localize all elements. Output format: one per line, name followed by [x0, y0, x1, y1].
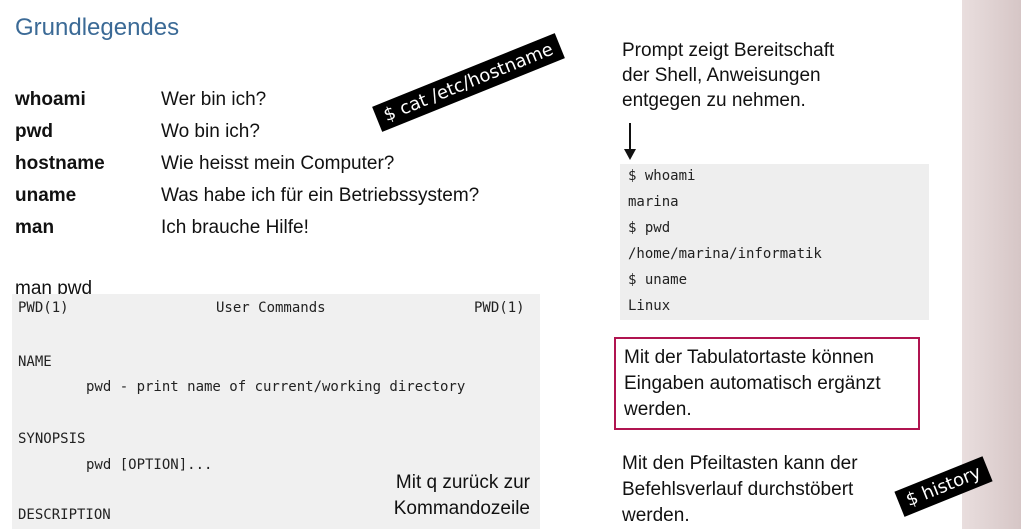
- command-name: pwd: [15, 121, 53, 142]
- man-page-output: PWD(1) User Commands PWD(1) NAME pwd - p…: [12, 294, 540, 529]
- man-synopsis-heading: SYNOPSIS: [18, 431, 86, 447]
- man-name-heading: NAME: [18, 354, 52, 370]
- terminal-line: /home/marina/informatik: [628, 246, 822, 262]
- terminal-line: $ whoami: [628, 168, 696, 184]
- terminal-line: Linux: [628, 298, 671, 314]
- tip-line: werden.: [624, 399, 692, 420]
- history-note-line: Befehlsverlauf durchstöbert: [622, 479, 854, 500]
- arrow-down-icon: [624, 123, 636, 160]
- history-note-line: Mit den Pfeiltasten kann der: [622, 453, 858, 474]
- terminal-example: $ whoami marina $ pwd /home/marina/infor…: [620, 164, 929, 320]
- man-header-center: User Commands: [216, 300, 326, 316]
- quit-hint-line: Kommandozeile: [393, 498, 530, 519]
- command-name: man: [15, 217, 55, 238]
- prompt-note-line: Prompt zeigt Bereitschaft: [622, 40, 835, 61]
- history-note-line: werden.: [622, 505, 690, 526]
- command-description: Wer bin ich?: [161, 89, 267, 110]
- terminal-line: $ uname: [628, 272, 688, 288]
- command-name: hostname: [15, 153, 105, 174]
- terminal-line: $ pwd: [628, 220, 671, 236]
- command-description: Was habe ich für ein Betriebssystem?: [161, 185, 480, 206]
- tab-completion-tip: Mit der Tabulatortaste können Eingaben a…: [614, 337, 920, 430]
- command-name: uname: [15, 185, 77, 206]
- prompt-note: Prompt zeigt Bereitschaft der Shell, Anw…: [622, 38, 834, 113]
- command-description: Wo bin ich?: [161, 121, 260, 142]
- command-description: Wie heisst mein Computer?: [161, 153, 395, 174]
- terminal-line: marina: [628, 194, 679, 210]
- command-description: Ich brauche Hilfe!: [161, 217, 309, 238]
- man-header-right: PWD(1): [474, 300, 525, 316]
- quit-hint-line: Mit q zurück zur: [395, 472, 530, 493]
- command-name: whoami: [15, 89, 86, 110]
- man-header-left: PWD(1): [18, 300, 69, 316]
- sticker-cat-hostname: $ cat /etc/hostname: [372, 33, 565, 132]
- history-note: Mit den Pfeiltasten kann der Befehlsverl…: [622, 451, 858, 529]
- man-description-heading: DESCRIPTION: [18, 507, 111, 523]
- man-name-text: pwd - print name of current/working dire…: [86, 379, 466, 395]
- tip-line: Eingaben automatisch ergänzt: [624, 373, 881, 394]
- tip-line: Mit der Tabulatortaste können: [624, 347, 874, 368]
- page-title: Grundlegendes: [15, 14, 180, 41]
- prompt-note-line: der Shell, Anweisungen: [622, 65, 821, 86]
- tab-completion-tip-text: Mit der Tabulatortaste können Eingaben a…: [624, 345, 881, 423]
- slide-edge-decoration: [962, 0, 1021, 529]
- prompt-note-line: entgegen zu nehmen.: [622, 90, 806, 111]
- man-synopsis-text: pwd [OPTION]...: [86, 457, 213, 473]
- quit-hint: Mit q zurück zur Kommandozeile: [394, 470, 530, 522]
